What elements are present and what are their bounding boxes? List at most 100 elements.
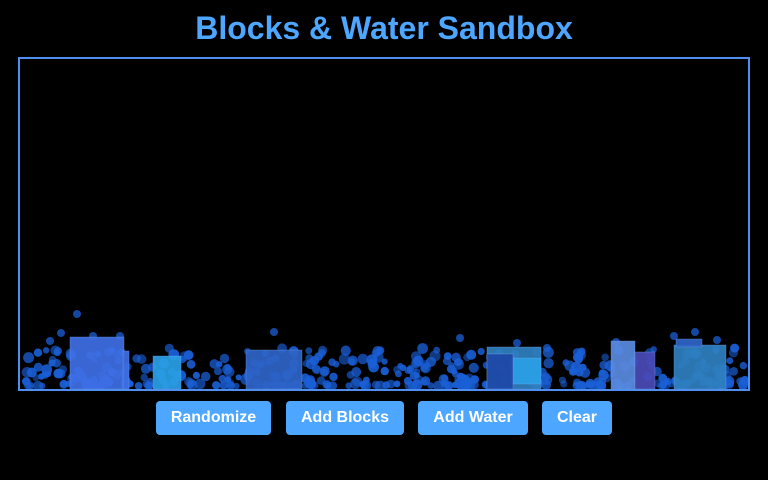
water-droplet [233, 382, 240, 389]
water-droplet [601, 353, 609, 362]
water-droplet [38, 373, 45, 380]
water-droplet [311, 364, 321, 374]
sandbox-block[interactable] [245, 349, 303, 389]
water-droplet [212, 381, 221, 389]
water-droplet [448, 362, 455, 369]
water-droplet [577, 347, 586, 356]
randomize-button[interactable]: Randomize [156, 401, 271, 435]
water-droplet [200, 371, 211, 382]
water-droplet [23, 352, 35, 364]
water-droplet [739, 361, 748, 370]
water-droplet [46, 337, 54, 345]
water-droplet [329, 372, 338, 382]
water-droplet [352, 376, 363, 387]
water-droplet [224, 376, 232, 383]
water-droplet [216, 361, 223, 368]
water-droplet [560, 380, 568, 388]
water-droplet [305, 347, 313, 355]
water-droplet [579, 363, 587, 372]
water-droplet [413, 368, 421, 375]
water-droplet [73, 310, 81, 318]
water-droplet [22, 377, 31, 386]
water-droplet [380, 366, 389, 376]
water-droplet [429, 350, 441, 362]
add-water-button[interactable]: Add Water [418, 401, 528, 435]
water-droplet [363, 376, 370, 384]
water-droplet [319, 368, 329, 378]
water-droplet [585, 378, 595, 389]
sandbox-block[interactable] [510, 357, 542, 385]
water-droplet [543, 358, 554, 369]
water-droplet [351, 367, 362, 377]
water-droplet [33, 348, 43, 357]
sandbox-canvas[interactable] [18, 57, 750, 391]
water-droplet [310, 381, 319, 389]
water-droplet [140, 373, 148, 382]
water-droplet [53, 368, 64, 379]
water-droplet [318, 349, 326, 357]
water-droplet [381, 358, 388, 365]
water-droplet [372, 346, 383, 356]
water-droplet [659, 380, 668, 389]
sandbox-block[interactable] [152, 355, 182, 389]
water-droplet [569, 368, 576, 375]
water-droplet [332, 360, 340, 368]
water-droplet [186, 359, 196, 369]
water-droplet [477, 347, 485, 356]
water-droplet [219, 353, 230, 364]
sandbox-block[interactable] [673, 344, 727, 389]
water-droplet [438, 374, 449, 385]
water-droplet [382, 381, 391, 389]
sandbox-block[interactable] [122, 350, 130, 389]
water-droplet [393, 380, 401, 388]
control-bar: Randomize Add Blocks Add Water Clear [0, 401, 768, 435]
sandbox-block[interactable] [675, 338, 703, 348]
water-droplet [417, 343, 428, 354]
water-droplet [57, 329, 65, 337]
water-droplet [513, 339, 521, 347]
water-droplet [456, 334, 464, 342]
water-droplet [562, 359, 570, 367]
water-droplet [26, 367, 37, 378]
water-droplet [42, 347, 50, 354]
water-droplet [468, 362, 479, 373]
water-droplet [270, 328, 278, 336]
water-droplet [305, 354, 314, 363]
sandbox-block[interactable] [634, 351, 656, 389]
water-droplet [713, 336, 721, 344]
water-droplet [316, 376, 326, 385]
water-droplet [450, 367, 458, 375]
water-droplet [222, 364, 233, 375]
water-droplet [136, 354, 147, 364]
water-droplet [403, 376, 412, 385]
add-blocks-button[interactable]: Add Blocks [286, 401, 404, 435]
water-droplet [39, 382, 46, 389]
water-droplet [454, 358, 463, 366]
water-droplet [421, 379, 428, 386]
water-droplet [134, 382, 143, 389]
water-droplet [726, 357, 734, 365]
water-droplet [543, 344, 551, 352]
water-droplet [371, 380, 381, 389]
sandbox-block[interactable] [610, 340, 636, 389]
water-droplet [728, 348, 739, 358]
page-title: Blocks & Water Sandbox [195, 10, 573, 46]
water-droplet [52, 358, 61, 368]
water-droplet [691, 328, 699, 336]
sandbox-block[interactable] [69, 336, 125, 389]
water-droplet [54, 347, 62, 355]
sandbox-block[interactable] [486, 353, 514, 389]
water-droplet [192, 371, 200, 379]
app-root: Blocks & Water Sandbox Randomize Add Blo… [0, 0, 768, 480]
water-droplet [367, 358, 378, 369]
water-droplet [340, 345, 351, 356]
water-droplet [427, 382, 435, 389]
water-droplet [45, 371, 52, 377]
sandbox-scene[interactable] [20, 59, 748, 389]
water-droplet [395, 370, 402, 378]
water-droplet [347, 355, 358, 366]
water-droplet [576, 382, 584, 389]
clear-button[interactable]: Clear [542, 401, 612, 435]
water-droplet [412, 355, 424, 367]
water-droplet [541, 372, 551, 381]
